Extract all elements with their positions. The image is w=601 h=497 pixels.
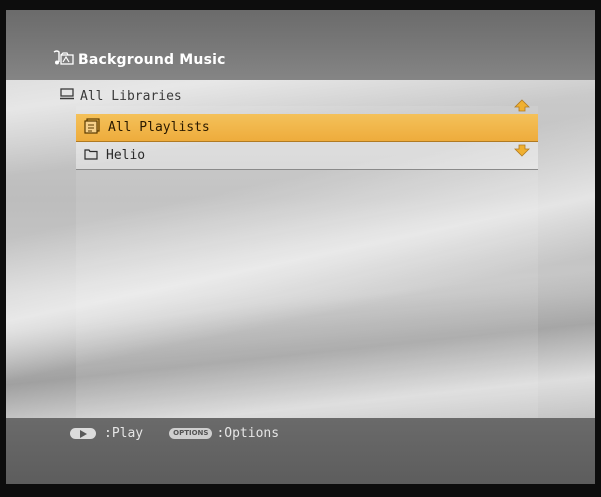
tv-screen: Background Music All Libraries All Playl… — [6, 10, 595, 484]
breadcrumb[interactable]: All Libraries — [60, 88, 182, 104]
playlist-icon — [84, 117, 108, 138]
list-item-label: All Playlists — [108, 120, 210, 135]
button-guide: :Play OPTIONS :Options — [70, 426, 279, 441]
list-item-label: Helio — [106, 148, 146, 163]
scroll-up-arrow-icon[interactable] — [514, 98, 530, 117]
options-button-icon: OPTIONS — [169, 428, 213, 439]
play-button-icon — [70, 428, 96, 439]
library-list: All Playlists Helio — [76, 114, 538, 170]
music-folder-icon — [52, 50, 78, 70]
folder-icon — [84, 148, 106, 164]
play-hint: :Play — [104, 426, 144, 441]
list-item-all-playlists[interactable]: All Playlists — [76, 114, 538, 142]
options-hint: :Options — [216, 426, 280, 441]
list-item-helio[interactable]: Helio — [76, 142, 538, 170]
page-title-text: Background Music — [78, 52, 226, 68]
breadcrumb-label: All Libraries — [80, 88, 182, 104]
scroll-down-arrow-icon[interactable] — [514, 142, 530, 161]
library-icon — [60, 88, 80, 104]
page-title: Background Music — [52, 50, 226, 70]
